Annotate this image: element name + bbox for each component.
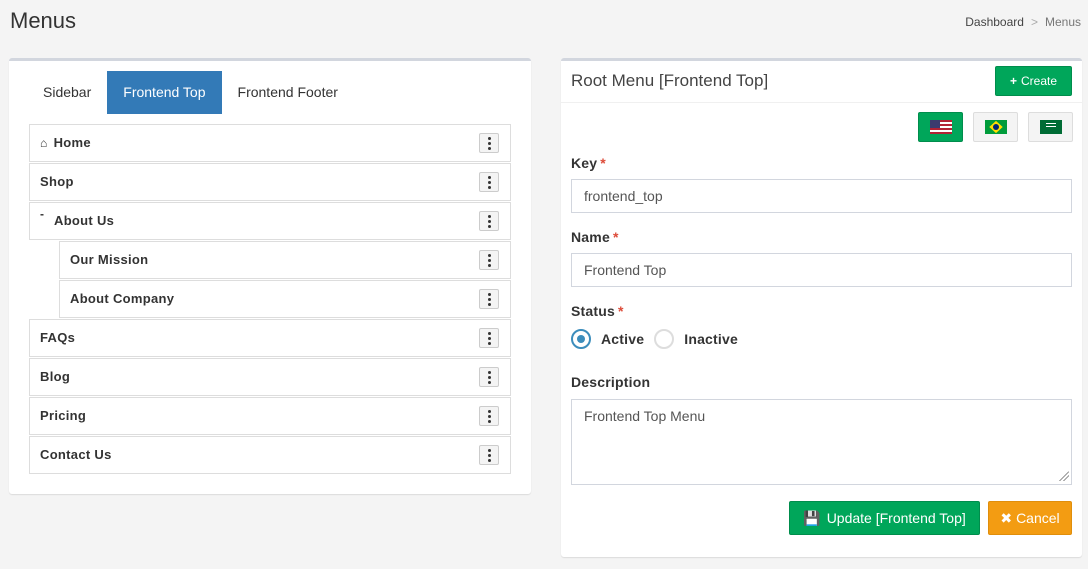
- home-icon: ⌂: [40, 136, 48, 150]
- update-button-label: Update [Frontend Top]: [826, 510, 966, 526]
- menu-tabs: Sidebar Frontend Top Frontend Footer: [27, 71, 354, 114]
- tree-item-about-company[interactable]: About Company: [59, 280, 511, 318]
- form-header: Root Menu [Frontend Top] + Create: [561, 61, 1082, 103]
- tree-item-label: About Company: [70, 291, 175, 306]
- cancel-button-label: Cancel: [1016, 510, 1060, 526]
- status-inactive-radio[interactable]: [654, 329, 675, 349]
- item-options-icon[interactable]: [479, 250, 499, 270]
- required-mark: *: [618, 303, 624, 319]
- breadcrumb-separator: >: [1030, 15, 1038, 29]
- item-options-icon[interactable]: [479, 445, 499, 465]
- tree-item-pricing[interactable]: Pricing: [29, 397, 511, 435]
- item-options-icon[interactable]: [479, 172, 499, 192]
- tree-item-home-label: Home: [53, 135, 91, 150]
- close-icon: ✖: [1000, 510, 1013, 526]
- breadcrumb: Dashboard > Menus: [965, 15, 1081, 29]
- tab-frontend-footer[interactable]: Frontend Footer: [222, 71, 354, 114]
- tab-frontend-top[interactable]: Frontend Top: [107, 71, 222, 114]
- plus-icon: +: [1009, 74, 1017, 88]
- key-label-text: Key: [571, 155, 598, 171]
- status-active-radio[interactable]: [571, 329, 591, 349]
- menu-tree-panel: Sidebar Frontend Top Frontend Footer ⌂ Ho…: [9, 58, 531, 494]
- name-label: Name *: [571, 229, 619, 245]
- page-title: Menus: [10, 8, 77, 33]
- tree-item-label: Our Mission: [70, 252, 149, 267]
- form-title: Root Menu [Frontend Top]: [571, 71, 769, 90]
- menu-tree: ⌂ Home Shop - About Us Our Mission About …: [29, 124, 511, 475]
- tree-item-label: About Us: [54, 213, 115, 228]
- us-flag-icon: [929, 120, 952, 134]
- save-icon: 💾: [803, 510, 821, 526]
- resize-handle-icon[interactable]: [1059, 471, 1069, 481]
- breadcrumb-dashboard-link[interactable]: Dashboard: [965, 15, 1024, 29]
- tree-item-contact-us[interactable]: Contact Us: [29, 436, 511, 474]
- status-label-text: Status: [571, 303, 615, 319]
- description-label: Description: [571, 374, 651, 390]
- language-selector: [918, 112, 1073, 142]
- item-options-icon[interactable]: [479, 328, 499, 348]
- status-radio-group: Active Inactive: [571, 329, 748, 349]
- tree-item-home[interactable]: ⌂ Home: [29, 124, 511, 162]
- description-textarea[interactable]: Frontend Top Menu: [571, 399, 1072, 485]
- status-inactive-label[interactable]: Inactive: [684, 331, 738, 347]
- tree-item-label: ⌂ Home: [40, 125, 91, 161]
- saudi-flag-icon: [1039, 120, 1062, 134]
- collapse-toggle[interactable]: -: [40, 208, 44, 220]
- tree-item-label: Contact Us: [40, 447, 112, 462]
- item-options-icon[interactable]: [479, 367, 499, 387]
- tree-item-our-mission[interactable]: Our Mission: [59, 241, 511, 279]
- status-label: Status *: [571, 303, 624, 319]
- update-button[interactable]: 💾 Update [Frontend Top]: [789, 501, 980, 535]
- brazil-flag-icon: [984, 120, 1007, 134]
- create-button-label: Create: [1020, 74, 1058, 88]
- key-input[interactable]: [571, 179, 1072, 213]
- create-button[interactable]: + Create: [995, 66, 1072, 96]
- tree-item-label: Shop: [40, 174, 74, 189]
- key-label: Key *: [571, 155, 606, 171]
- name-label-text: Name: [571, 229, 610, 245]
- required-mark: *: [612, 229, 619, 245]
- tab-sidebar[interactable]: Sidebar: [27, 71, 107, 114]
- cancel-button[interactable]: ✖ Cancel: [988, 501, 1072, 535]
- tree-item-blog[interactable]: Blog: [29, 358, 511, 396]
- language-en-us-button[interactable]: [918, 112, 963, 142]
- item-options-icon[interactable]: [479, 406, 499, 426]
- tree-item-label: Pricing: [40, 408, 87, 423]
- item-options-icon[interactable]: [479, 133, 499, 153]
- status-active-label[interactable]: Active: [601, 331, 644, 347]
- tree-item-label: Blog: [40, 369, 71, 384]
- tree-item-about-us[interactable]: - About Us: [29, 202, 511, 240]
- breadcrumb-current: Menus: [1044, 15, 1081, 29]
- tree-item-shop[interactable]: Shop: [29, 163, 511, 201]
- menu-form-panel: Root Menu [Frontend Top] +Create Key* Na…: [561, 58, 1082, 557]
- required-mark: *: [600, 155, 606, 171]
- tree-item-label: FAQs: [40, 330, 76, 345]
- item-options-icon[interactable]: [479, 289, 499, 309]
- language-ar-sa-button[interactable]: [1028, 112, 1073, 142]
- item-options-icon[interactable]: [479, 211, 499, 231]
- name-input[interactable]: [571, 253, 1072, 287]
- tree-item-faqs[interactable]: FAQs: [29, 319, 511, 357]
- language-pt-br-button[interactable]: [973, 112, 1018, 142]
